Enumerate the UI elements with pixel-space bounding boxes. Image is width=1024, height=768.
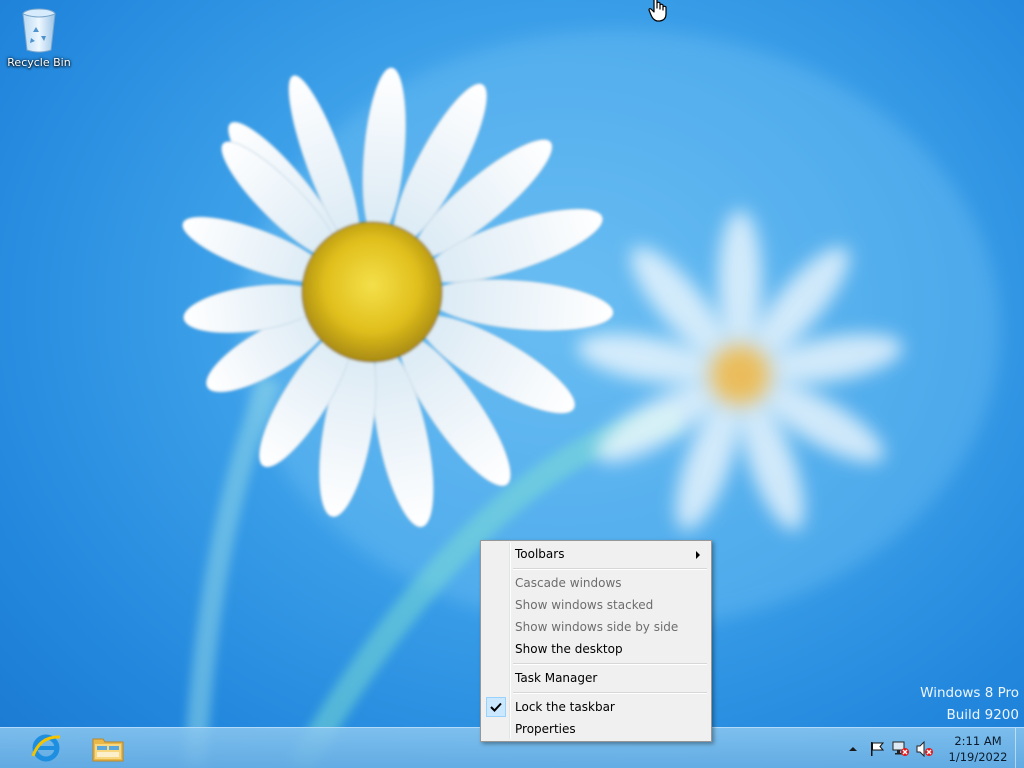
show-hidden-icons-button[interactable]: [843, 739, 863, 759]
menu-item-toolbars[interactable]: Toolbars: [483, 543, 709, 565]
desktop[interactable]: Recycle Bin Windows 8 Pro Build 9200 2:1…: [0, 0, 1024, 768]
menu-item-label: Cascade windows: [515, 576, 622, 590]
volume-button[interactable]: [915, 739, 935, 759]
action-center-button[interactable]: [867, 739, 887, 759]
volume-muted-icon: [916, 740, 933, 757]
checkmark-icon: [486, 697, 506, 717]
menu-item-show-windows-stacked: Show windows stacked: [483, 594, 709, 616]
show-desktop-button[interactable]: [1015, 728, 1024, 768]
clock-date: 1/19/2022: [948, 749, 1008, 764]
taskbar-file-explorer-button[interactable]: [84, 730, 132, 766]
file-explorer-icon: [92, 738, 124, 762]
menu-separator: [483, 689, 709, 696]
menu-item-label: Toolbars: [515, 547, 565, 561]
network-disconnected-icon: [892, 741, 909, 756]
action-center-flag-icon: [871, 741, 885, 756]
menu-separator: [483, 660, 709, 667]
menu-item-properties[interactable]: Properties: [483, 718, 709, 740]
menu-item-label: Show the desktop: [515, 642, 623, 656]
taskbar-internet-explorer-button[interactable]: [22, 730, 70, 766]
recycle-bin-desktop-icon[interactable]: Recycle Bin: [4, 6, 74, 69]
menu-item-label: Show windows side by side: [515, 620, 679, 634]
submenu-arrow-icon: [696, 551, 700, 559]
menu-separator: [483, 565, 709, 572]
menu-item-lock-the-taskbar[interactable]: Lock the taskbar: [483, 696, 709, 718]
internet-explorer-icon: [31, 734, 61, 762]
notification-area: 2:11 AM 1/19/2022: [841, 728, 1024, 768]
menu-item-label: Lock the taskbar: [515, 700, 615, 714]
recycle-bin-icon: [22, 8, 56, 53]
clock-time: 2:11 AM: [954, 733, 1002, 748]
taskbar-context-menu: Toolbars Cascade windows Show windows st…: [480, 540, 712, 742]
chevron-up-icon: [849, 746, 857, 751]
menu-item-label: Properties: [515, 722, 576, 736]
menu-item-task-manager[interactable]: Task Manager: [483, 667, 709, 689]
hand-cursor-icon: [648, 0, 667, 22]
recycle-bin-label: Recycle Bin: [7, 56, 71, 69]
menu-item-cascade-windows: Cascade windows: [483, 572, 709, 594]
menu-item-label: Task Manager: [515, 671, 598, 685]
menu-item-show-windows-side-by-side: Show windows side by side: [483, 616, 709, 638]
watermark-build: Build 9200: [946, 707, 1019, 723]
menu-item-label: Show windows stacked: [515, 598, 654, 612]
network-status-button[interactable]: [891, 739, 911, 759]
windows-version-watermark: Windows 8 Pro Build 9200: [920, 682, 1019, 726]
watermark-edition: Windows 8 Pro: [920, 685, 1019, 701]
taskbar-clock[interactable]: 2:11 AM 1/19/2022: [941, 733, 1015, 765]
menu-item-show-the-desktop[interactable]: Show the desktop: [483, 638, 709, 660]
